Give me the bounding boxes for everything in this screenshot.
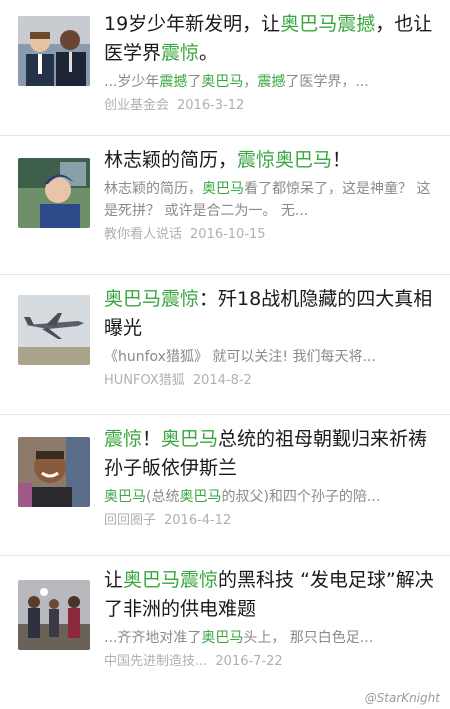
result-item[interactable]: 林志颖的简历，震惊奥巴马！ 林志颖的简历，奥巴马看了都惊呆了，这是神童？ 这是死… bbox=[0, 136, 450, 275]
result-snippet: 奥巴马(总统奥巴马的叔父)和四个孙子的陪... bbox=[104, 486, 436, 508]
result-title[interactable]: 震惊！奥巴马总统的祖母朝觐归来祈祷孙子皈依伊斯兰 bbox=[104, 425, 436, 483]
text-segment: 头上， 那只白色足... bbox=[243, 630, 374, 646]
watermark: @StarKnight bbox=[364, 691, 440, 705]
result-title[interactable]: 林志颖的简历，震惊奥巴马！ bbox=[104, 146, 436, 175]
highlighted-keyword: 奥巴马 bbox=[202, 181, 244, 197]
thumbnail-photo-group-event-icon[interactable] bbox=[18, 580, 90, 650]
text-segment: ！ bbox=[332, 149, 352, 171]
highlighted-keyword: 震惊 bbox=[104, 428, 143, 450]
result-meta: 教你看人说话 2016-10-15 bbox=[104, 226, 436, 244]
highlighted-keyword: 奥巴马 bbox=[201, 74, 244, 90]
thumbnail-photo-fighter-jet-icon[interactable] bbox=[18, 295, 90, 365]
text-segment: 林志颖的简历， bbox=[104, 149, 238, 171]
text-segment: ...齐齐地对准了 bbox=[104, 630, 202, 646]
result-snippet: 《hunfox猎狐》 就可以关注! 我们每天将... bbox=[104, 346, 436, 368]
text-segment: 让 bbox=[104, 569, 124, 591]
result-item[interactable]: 让奥巴马震惊的黑科技 “发电足球”解决了非洲的供电难题 ...齐齐地对准了奥巴马… bbox=[0, 556, 450, 696]
result-snippet: ...齐齐地对准了奥巴马头上， 那只白色足... bbox=[104, 627, 436, 649]
thumbnail-photo-portrait-icon[interactable] bbox=[18, 158, 90, 228]
result-snippet: ...岁少年震撼了奥巴马，震撼了医学界，... bbox=[104, 71, 436, 93]
text-segment: 的叔父)和四个孙子的陪... bbox=[221, 489, 381, 505]
result-meta: HUNFOX猎狐 2014-8-2 bbox=[104, 372, 436, 390]
result-item[interactable]: 震惊！奥巴马总统的祖母朝觐归来祈祷孙子皈依伊斯兰 奥巴马(总统奥巴马的叔父)和四… bbox=[0, 415, 450, 556]
text-segment: ...岁少年 bbox=[104, 74, 160, 90]
text-segment: (总统 bbox=[146, 489, 180, 505]
result-text: 奥巴马震惊：歼18战机隐藏的四大真相曝光 《hunfox猎狐》 就可以关注! 我… bbox=[104, 285, 436, 390]
result-source: HUNFOX猎狐 bbox=[104, 373, 185, 388]
result-title[interactable]: 19岁少年新发明，让奥巴马震撼，也让医学界震惊。 bbox=[104, 10, 436, 68]
highlighted-keyword: 奥巴马 bbox=[201, 630, 244, 646]
result-date: 2016-7-22 bbox=[215, 654, 283, 669]
result-text: 让奥巴马震惊的黑科技 “发电足球”解决了非洲的供电难题 ...齐齐地对准了奥巴马… bbox=[104, 566, 436, 671]
result-item[interactable]: 奥巴马震惊：歼18战机隐藏的四大真相曝光 《hunfox猎狐》 就可以关注! 我… bbox=[0, 275, 450, 415]
result-text: 19岁少年新发明，让奥巴马震撼，也让医学界震惊。 ...岁少年震撼了奥巴马，震撼… bbox=[104, 10, 436, 115]
highlighted-keyword: 奥巴马震惊 bbox=[123, 569, 219, 591]
highlighted-keyword: 震撼 bbox=[257, 74, 286, 90]
result-text: 林志颖的简历，震惊奥巴马！ 林志颖的简历，奥巴马看了都惊呆了，这是神童？ 这是死… bbox=[104, 146, 436, 244]
thumbnail-photo-two-men-icon[interactable] bbox=[18, 16, 90, 86]
result-snippet: 林志颖的简历，奥巴马看了都惊呆了，这是神童？ 这是死拼？ 或许是合二为一。 无.… bbox=[104, 178, 436, 222]
result-date: 2016-4-12 bbox=[164, 513, 232, 528]
result-date: 2014-8-2 bbox=[192, 373, 252, 388]
text-segment: 19岁少年新发明，让 bbox=[104, 13, 281, 35]
highlighted-keyword: 震撼 bbox=[159, 74, 188, 90]
highlighted-keyword: 震惊 bbox=[161, 42, 200, 64]
text-segment: 《hunfox猎狐》 就可以关注! 我们每天将... bbox=[104, 349, 376, 365]
result-item[interactable]: 19岁少年新发明，让奥巴马震撼，也让医学界震惊。 ...岁少年震撼了奥巴马，震撼… bbox=[0, 0, 450, 136]
result-source: 教你看人说话 bbox=[104, 227, 183, 242]
text-segment: 。 bbox=[199, 42, 219, 64]
result-title[interactable]: 奥巴马震惊：歼18战机隐藏的四大真相曝光 bbox=[104, 285, 436, 343]
thumbnail-photo-smiling-man-icon[interactable] bbox=[18, 437, 90, 507]
text-segment: ！ bbox=[142, 428, 162, 450]
highlighted-keyword: 奥巴马震惊 bbox=[104, 288, 200, 310]
result-source: 回回圈子 bbox=[104, 513, 157, 528]
highlighted-keyword: 奥巴马 bbox=[179, 489, 222, 505]
result-meta: 回回圈子 2016-4-12 bbox=[104, 512, 436, 530]
result-source: 创业基金会 bbox=[104, 98, 170, 113]
result-date: 2016-10-15 bbox=[190, 227, 266, 242]
highlighted-keyword: 震惊奥巴马 bbox=[237, 149, 333, 171]
result-meta: 中国先进制造技... 2016-7-22 bbox=[104, 653, 436, 671]
result-source: 中国先进制造技... bbox=[104, 654, 208, 669]
result-text: 震惊！奥巴马总统的祖母朝觐归来祈祷孙子皈依伊斯兰 奥巴马(总统奥巴马的叔父)和四… bbox=[104, 425, 436, 530]
search-results-list: 19岁少年新发明，让奥巴马震撼，也让医学界震惊。 ...岁少年震撼了奥巴马，震撼… bbox=[0, 0, 450, 696]
highlighted-keyword: 奥巴马震撼 bbox=[280, 13, 376, 35]
highlighted-keyword: 奥巴马 bbox=[104, 489, 146, 505]
result-date: 2016-3-12 bbox=[177, 98, 245, 113]
text-segment: 林志颖的简历， bbox=[104, 181, 202, 197]
result-meta: 创业基金会 2016-3-12 bbox=[104, 97, 436, 115]
text-segment: 了 bbox=[187, 74, 202, 90]
text-segment: 了医学界，... bbox=[285, 74, 369, 90]
highlighted-keyword: 奥巴马 bbox=[161, 428, 219, 450]
result-title[interactable]: 让奥巴马震惊的黑科技 “发电足球”解决了非洲的供电难题 bbox=[104, 566, 436, 624]
text-segment: ， bbox=[243, 74, 258, 90]
